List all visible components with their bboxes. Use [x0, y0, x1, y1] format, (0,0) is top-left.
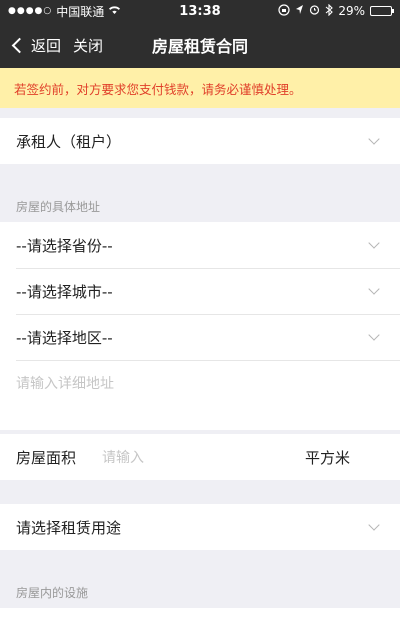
area-input[interactable]: 请输入 [102, 447, 305, 467]
status-bar: ●●●●○ 中国联通 13:38 29% [0, 0, 400, 22]
status-time: 13:38 [179, 3, 221, 19]
signal-icon: ●●●●○ [8, 6, 53, 16]
area-unit: 平方米 [304, 448, 350, 467]
tenant-section: 承租人（租户） [0, 118, 400, 164]
chevron-down-icon [368, 283, 380, 295]
warning-banner: 若签约前，对方要求您支付钱款，请务必谨慎处理。 [0, 68, 400, 108]
back-label: 返回 [31, 36, 62, 55]
facilities-caption: 房屋内的设施 [16, 586, 89, 600]
chevron-down-icon [368, 133, 380, 145]
chevron-left-icon [11, 37, 28, 54]
area-label: 房屋面积 [16, 448, 77, 467]
city-label: --请选择城市-- [16, 282, 113, 301]
chevron-down-icon [368, 519, 380, 531]
location-icon [295, 4, 304, 18]
usage-label: 请选择租赁用途 [16, 518, 122, 537]
city-select[interactable]: --请选择城市-- [0, 268, 400, 314]
district-label: --请选择地区-- [16, 328, 113, 347]
tenant-select[interactable]: 承租人（租户） [0, 118, 400, 164]
alarm-icon [309, 4, 320, 18]
battery-icon [370, 6, 394, 16]
chevron-down-icon [368, 237, 380, 249]
district-select[interactable]: --请选择地区-- [0, 314, 400, 360]
bluetooth-icon [325, 3, 334, 19]
detail-address-input[interactable]: 请输入详细地址 [0, 360, 400, 406]
province-label: --请选择省份-- [16, 236, 113, 255]
chevron-down-icon [368, 329, 380, 341]
address-caption: 房屋的具体地址 [16, 200, 101, 214]
province-select[interactable]: --请选择省份-- [0, 222, 400, 268]
usage-section: 请选择租赁用途 [0, 504, 400, 550]
tenant-label: 承租人（租户） [16, 132, 122, 151]
detail-address-placeholder: 请输入详细地址 [16, 376, 114, 392]
screen-lock-icon [278, 3, 290, 19]
carrier-name: 中国联通 [56, 4, 105, 19]
facilities-section [0, 608, 400, 618]
close-button[interactable]: 关闭 [73, 35, 103, 56]
nav-bar: 返回 关闭 房屋租赁合同 [0, 22, 400, 68]
battery-percent: 29% [338, 4, 365, 18]
wifi-icon [108, 4, 121, 18]
usage-select[interactable]: 请选择租赁用途 [0, 504, 400, 550]
area-section: 房屋面积 请输入 平方米 [0, 434, 400, 480]
area-row: 房屋面积 请输入 平方米 [0, 434, 400, 480]
address-section: --请选择省份-- --请选择城市-- --请选择地区-- 请输入详细地址 [0, 222, 400, 430]
back-button[interactable]: 返回 [0, 35, 61, 56]
